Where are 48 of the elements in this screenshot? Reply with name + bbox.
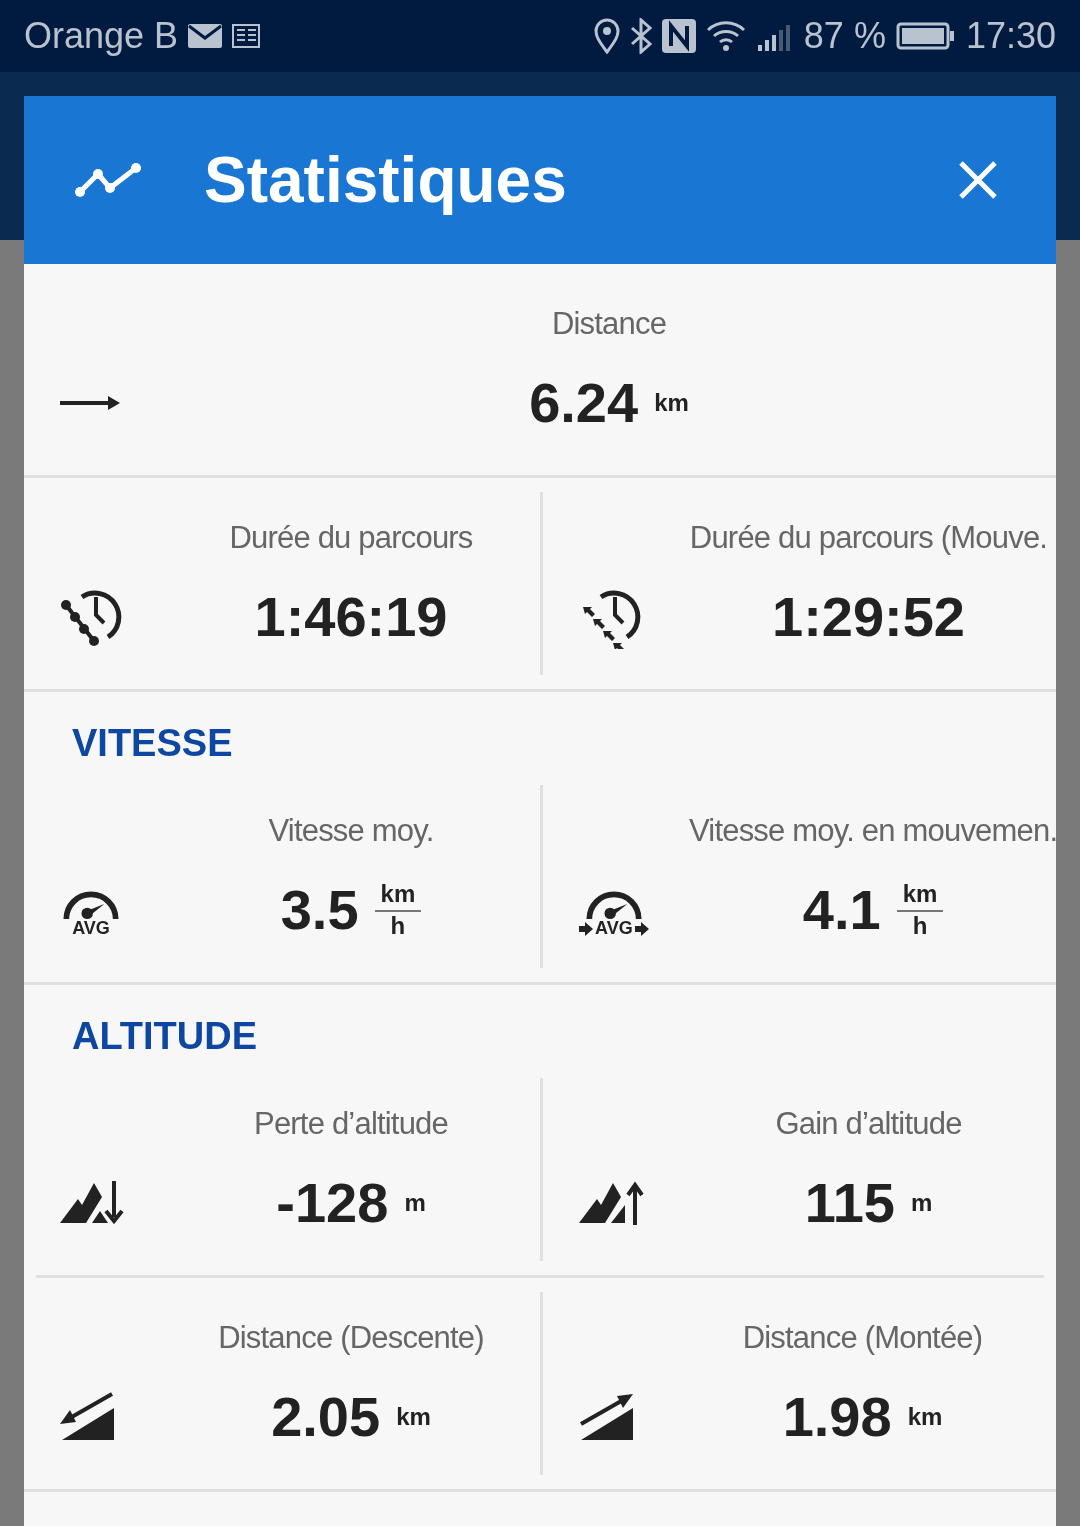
mountain-up-icon [579, 1180, 645, 1225]
slope-up-icon [579, 1391, 635, 1442]
stat-value: 1:46:19 [254, 584, 448, 649]
stat-label: Vitesse moy. [267, 813, 435, 849]
mail-icon [188, 24, 223, 48]
stat-label: Gain d’altitude [774, 1106, 963, 1142]
stat-value: 1.98 [782, 1384, 892, 1449]
slope-down-icon [60, 1391, 116, 1442]
unit-denominator: h [390, 911, 406, 940]
section-title: ALTITUDE [71, 1014, 259, 1059]
line-chart-icon [74, 162, 142, 198]
wifi-icon [705, 20, 746, 52]
dialog-title: Statistiques [204, 143, 568, 217]
battery-icon [895, 22, 956, 50]
stat-value: 4.1 [802, 877, 881, 942]
stat-unit: km [907, 1402, 943, 1431]
stat-label: Perte d’altitude [253, 1106, 449, 1142]
icon-label: AVG [595, 918, 633, 937]
icon-label: AVG [72, 918, 110, 937]
stat-label: Durée du parcours (Mouve. [689, 520, 1048, 556]
stat-value: 3.5 [280, 877, 359, 942]
stat-label: Durée du parcours [228, 520, 474, 556]
unit-numerator: km [374, 879, 422, 912]
unit-denominator: h [912, 911, 928, 940]
nfc-icon [661, 19, 696, 53]
stat-value: 115 [804, 1170, 895, 1235]
clock-time: 17:30 [965, 15, 1056, 57]
mountain-down-icon [60, 1180, 126, 1225]
section-title: VITESSE [71, 721, 234, 766]
location-icon [593, 18, 620, 54]
arrow-icon [579, 921, 593, 936]
stat-value: 6.24 [529, 370, 639, 435]
stat-value: 1:29:52 [772, 584, 965, 649]
stat-unit: km [654, 388, 689, 417]
stat-label: Distance (Descente) [217, 1320, 485, 1356]
battery-percent: 87 % [803, 15, 886, 57]
carrier-name: Orange B [24, 15, 179, 57]
arrow-icon [634, 921, 649, 936]
stat-value: -128 [276, 1170, 389, 1235]
stat-value: 2.05 [271, 1384, 381, 1449]
stat-label: Distance (Montée) [741, 1320, 984, 1356]
stat-unit: m [911, 1188, 933, 1217]
stat-label: Distance [550, 306, 668, 342]
bluetooth-icon [629, 18, 652, 54]
stat-label: Vitesse moy. en mouvemen. [689, 813, 1058, 849]
stat-unit: m [404, 1188, 426, 1217]
unit-numerator: km [896, 879, 944, 912]
stat-unit: km [396, 1402, 431, 1431]
